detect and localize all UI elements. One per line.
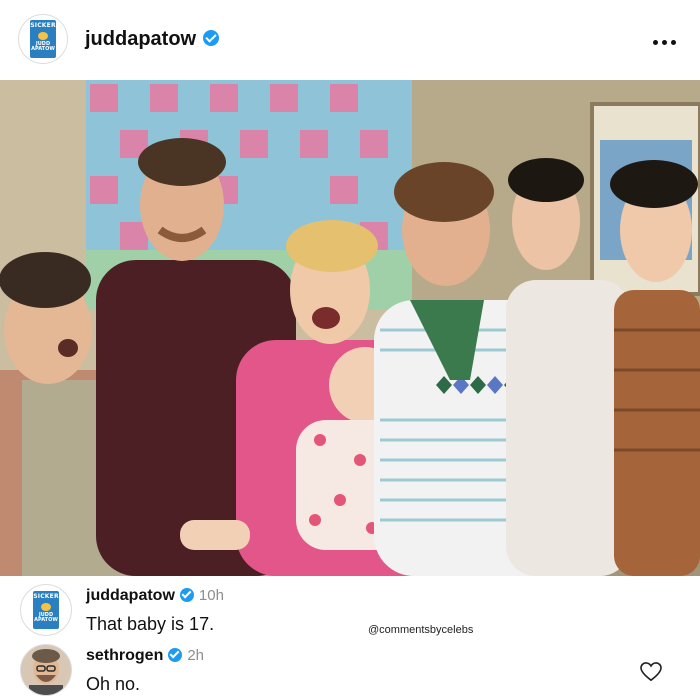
comments-section: SICKER JUDD APATOW juddapatow 10h That ba… [0, 576, 700, 700]
verified-badge-icon [179, 587, 194, 602]
post-username[interactable]: juddapatow [85, 28, 220, 51]
comment-avatar-juddapatow[interactable]: SICKER JUDD APATOW [20, 584, 72, 636]
more-dot-icon [653, 40, 658, 45]
post-photo[interactable] [0, 80, 700, 576]
comment-username[interactable]: sethrogen 2h [86, 647, 204, 665]
book-emblem [41, 603, 51, 611]
like-heart-icon[interactable] [640, 662, 662, 682]
comment-username-text: juddapatow [86, 587, 175, 604]
watermark-text: @commentsbycelebs [368, 624, 474, 636]
post-header: SICKER JUDD APATOW juddapatow [0, 0, 700, 78]
person-orange-polo [610, 160, 700, 576]
more-dot-icon [671, 40, 676, 45]
verified-badge-icon [203, 29, 220, 46]
book-cover-avatar-icon: SICKER JUDD APATOW [33, 591, 59, 629]
more-dot-icon [662, 40, 667, 45]
comment-text: That baby is 17. [86, 614, 215, 634]
profile-avatar[interactable]: SICKER JUDD APATOW [18, 14, 68, 64]
comment-timestamp: 2h [187, 647, 205, 664]
book-author: JUDD APATOW [34, 612, 58, 623]
group-photo-illustration [0, 80, 700, 576]
verified-badge-icon [168, 647, 183, 662]
comment-username[interactable]: juddapatow 10h [86, 587, 224, 605]
book-title: SICKER [30, 22, 56, 29]
comment-timestamp: 10h [198, 587, 224, 604]
book-author: JUDD APATOW [31, 41, 55, 52]
sethrogen-avatar-icon [21, 645, 71, 695]
comment-avatar-sethrogen[interactable] [20, 644, 72, 696]
more-options-button[interactable] [651, 28, 678, 48]
book-cover-avatar-icon: SICKER JUDD APATOW [30, 20, 56, 58]
book-emblem [38, 32, 48, 40]
book-title: SICKER [33, 593, 59, 600]
username-text: juddapatow [85, 28, 197, 50]
comment-text: Oh no. [86, 674, 141, 694]
comment-username-text: sethrogen [86, 647, 164, 664]
